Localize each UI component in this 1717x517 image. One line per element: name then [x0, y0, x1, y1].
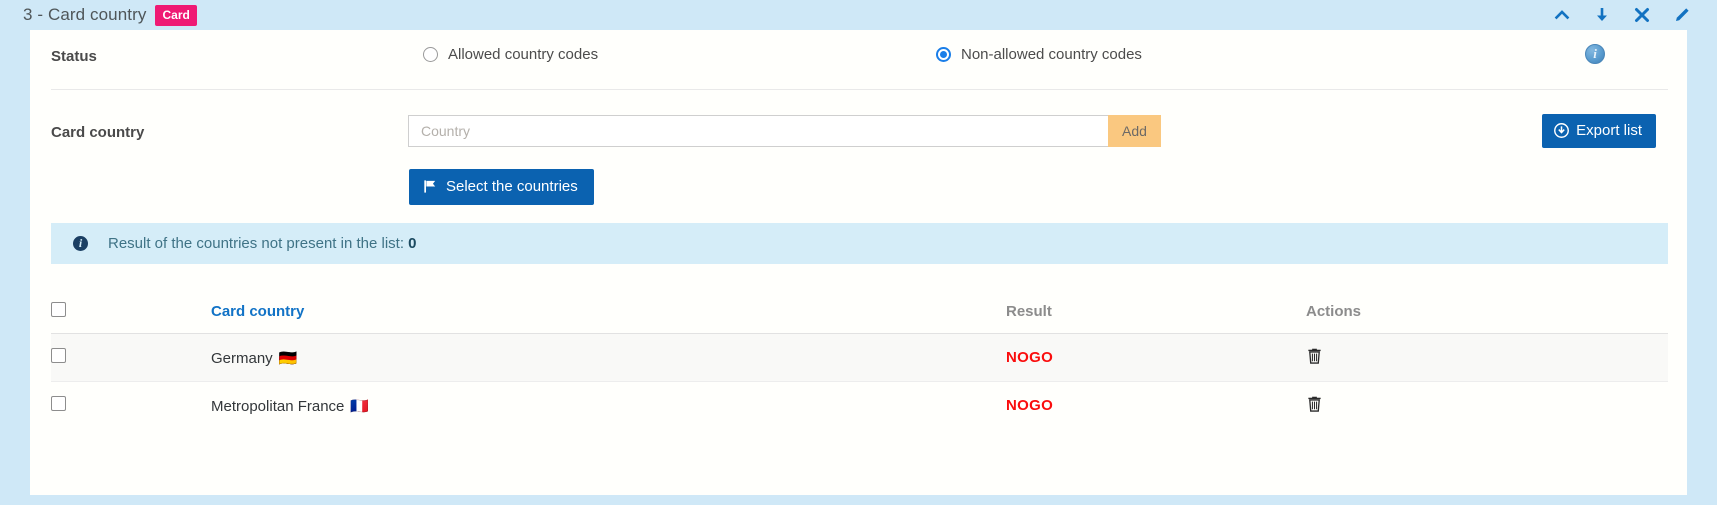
select-the-countries-button[interactable]: Select the countries [409, 169, 594, 205]
row-select-cell [51, 333, 211, 382]
add-button[interactable]: Add [1108, 115, 1161, 147]
card-country-header[interactable]: Card country [211, 289, 1006, 334]
card-country-label: Card country [51, 124, 145, 141]
table-row: Germany 🇩🇪 NOGO [51, 333, 1668, 382]
page-bottom-strip [0, 505, 1717, 517]
result-info-text: Result of the countries not present in t… [108, 235, 417, 252]
radio-allowed-label: Allowed country codes [448, 46, 599, 63]
result-info-count: 0 [408, 235, 417, 252]
radio-allowed-country-codes[interactable]: Allowed country codes [423, 46, 598, 63]
export-list-label: Export list [1576, 122, 1642, 139]
header-actions [1553, 6, 1703, 24]
row-country-name: Metropolitan France [211, 397, 345, 415]
radio-allowed-indicator[interactable] [423, 47, 438, 62]
select-the-countries-label: Select the countries [446, 178, 578, 195]
flag-icon [423, 179, 438, 194]
flag-germany-icon: 🇩🇪 [278, 349, 298, 367]
section-header: 3 - Card country Card [0, 0, 1717, 30]
card-country-table: Card country Result Actions Germany 🇩🇪 NO… [51, 289, 1668, 430]
row-country-cell: Metropolitan France 🇫🇷 [211, 382, 1006, 430]
card-country-header-label[interactable]: Card country [211, 303, 304, 320]
export-list-button[interactable]: Export list [1542, 114, 1656, 148]
download-circle-icon [1554, 123, 1570, 138]
card-country-input-row: Card country Add Export list [30, 90, 1687, 148]
status-badge: Card [155, 4, 197, 26]
row-country-cell: Germany 🇩🇪 [211, 333, 1006, 382]
row-checkbox[interactable] [51, 348, 66, 363]
row-actions-cell [1306, 333, 1668, 382]
panel-body: Status Allowed country codes Non-allowed… [30, 30, 1687, 495]
select-all-checkbox[interactable] [51, 301, 66, 317]
card-country-section: 3 - Card country Card Status Allowed cou… [0, 0, 1717, 505]
country-input-group: Add [408, 115, 1161, 147]
info-icon[interactable]: i [1585, 44, 1605, 64]
row-country-name: Germany [211, 349, 273, 367]
pencil-icon[interactable] [1673, 6, 1691, 24]
row-actions-cell [1306, 382, 1668, 430]
page-title: 3 - Card country [23, 5, 147, 24]
radio-non-allowed-indicator[interactable] [936, 47, 951, 62]
row-result: NOGO [1006, 333, 1306, 382]
result-header: Result [1006, 289, 1306, 334]
close-icon[interactable] [1633, 6, 1651, 24]
row-result: NOGO [1006, 397, 1054, 415]
arrow-down-icon[interactable] [1593, 6, 1611, 24]
radio-non-allowed-label: Non-allowed country codes [961, 46, 1142, 63]
select-all-header [51, 289, 211, 334]
country-input[interactable] [408, 115, 1108, 147]
row-checkbox[interactable] [51, 396, 66, 412]
radio-non-allowed-country-codes[interactable]: Non-allowed country codes [936, 46, 1142, 63]
result-info-banner: i Result of the countries not present in… [51, 223, 1668, 264]
table-header-row: Card country Result Actions [51, 289, 1668, 334]
chevron-up-icon[interactable] [1553, 6, 1571, 24]
flag-france-icon: 🇫🇷 [350, 397, 370, 415]
info-icon: i [73, 236, 88, 251]
table-row: Metropolitan France 🇫🇷 NOGO [51, 382, 1668, 430]
row-select-cell [51, 382, 211, 430]
trash-icon[interactable] [1306, 347, 1323, 365]
status-row: Status Allowed country codes Non-allowed… [30, 30, 1687, 90]
actions-header: Actions [1306, 289, 1668, 334]
result-info-message: Result of the countries not present in t… [108, 235, 404, 252]
trash-icon[interactable] [1306, 395, 1323, 413]
status-label: Status [51, 48, 97, 65]
